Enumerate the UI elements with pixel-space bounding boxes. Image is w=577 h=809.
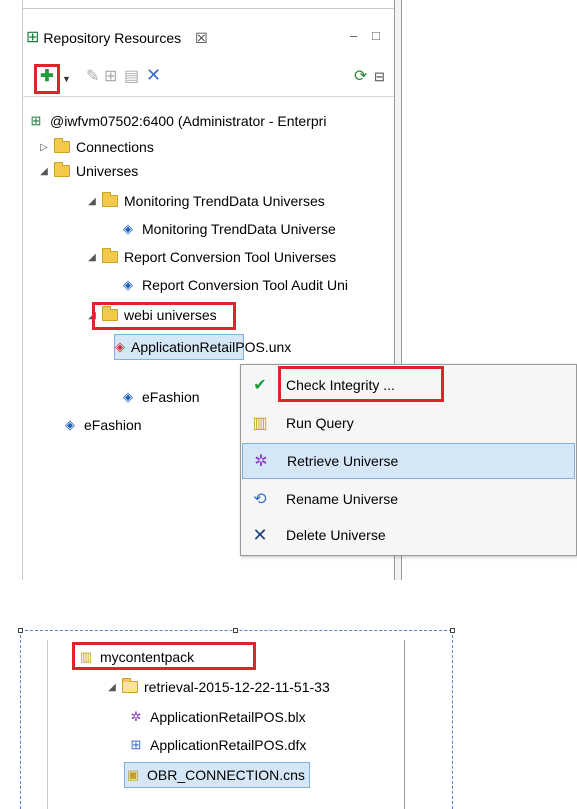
tree-item-efashion-root[interactable]: ◈ eFashion [62, 414, 142, 436]
collapse-icon[interactable]: ⊟ [374, 68, 385, 86]
efashion-root-label: eFashion [84, 417, 142, 433]
tree-item-report-folder[interactable]: ◢ Report Conversion Tool Universes [86, 246, 336, 268]
connection-icon: ▣ [126, 767, 140, 782]
security-icon[interactable]: ▤ [124, 68, 139, 86]
report-folder-label: Report Conversion Tool Universes [124, 249, 337, 265]
tree-item-app-universe[interactable]: ◈ ApplicationRetailPOS.unx [114, 334, 291, 360]
report-universe-label: Report Conversion Tool Audit Uni [142, 277, 348, 293]
folder-icon [102, 248, 118, 263]
menu-label: Rename Universe [286, 491, 399, 507]
folder-icon [102, 192, 118, 207]
selection-frame-left [20, 630, 21, 809]
folder-icon [54, 138, 70, 153]
universe-icon: ◈ [65, 417, 75, 432]
expand-arrow-icon[interactable]: ▷ [38, 142, 50, 153]
dropdown-arrow-icon[interactable]: ▼ [62, 70, 71, 88]
retrieve-universe-icon: ✲ [254, 453, 268, 470]
retrieval-folder-label: retrieval-2015-12-22-11-51-33 [144, 679, 330, 695]
repository-icon: ⊞ [26, 29, 40, 46]
universe-icon: ◈ [123, 221, 133, 236]
project-highlight-box [72, 642, 256, 670]
close-icon[interactable]: ☒ [195, 30, 208, 47]
folder-icon [54, 162, 70, 177]
universe-icon: ◈ [115, 339, 125, 354]
monitoring-universe-label: Monitoring TrendData Universe [142, 221, 336, 237]
tree-item-connections[interactable]: ▷ Connections [38, 136, 154, 158]
collapse-arrow-icon[interactable]: ◢ [38, 166, 50, 177]
tree-root[interactable]: ⊞ @iwfvm07502:6400 (Administrator - Ente… [28, 110, 327, 132]
connections-label: Connections [76, 139, 154, 155]
tree-item-monitoring-folder[interactable]: ◢ Monitoring TrendData Universes [86, 190, 325, 212]
rename-icon: ⟲ [253, 491, 267, 508]
menu-item-delete-universe[interactable]: ✕ Delete Universe [242, 517, 575, 553]
monitoring-folder-label: Monitoring TrendData Universes [124, 193, 325, 209]
file-label: ApplicationRetailPOS.dfx [150, 737, 307, 753]
menu-item-rename-universe[interactable]: ⟲ Rename Universe [242, 481, 575, 517]
business-layer-icon: ✲ [130, 709, 142, 724]
tree-item-report-universe[interactable]: ◈ Report Conversion Tool Audit Uni [120, 274, 348, 296]
menu-label: Delete Universe [286, 527, 386, 543]
maximize-icon[interactable]: □ [372, 28, 380, 43]
tree-item-efashion-child[interactable]: ◈ eFashion [120, 386, 200, 408]
tree-item-dfx[interactable]: ⊞ ApplicationRetailPOS.dfx [128, 734, 307, 756]
menu-label: Run Query [286, 415, 354, 431]
universe-icon: ◈ [123, 277, 133, 292]
x-icon[interactable]: ✕ [146, 66, 161, 84]
resize-handle[interactable] [233, 628, 238, 633]
collapse-arrow-icon[interactable]: ◢ [86, 196, 98, 207]
check-integrity-icon: ✔ [253, 377, 267, 394]
delete-icon: ✕ [252, 524, 268, 545]
tree-item-retrieval-folder[interactable]: ◢ retrieval-2015-12-22-11-51-33 [106, 676, 330, 698]
collapse-arrow-icon[interactable]: ◢ [106, 682, 118, 693]
panel-top-border [22, 8, 394, 9]
efashion-child-label: eFashion [142, 389, 200, 405]
selection-frame-right [452, 630, 453, 809]
tree-item-monitoring-universe[interactable]: ◈ Monitoring TrendData Universe [120, 218, 336, 240]
universes-label: Universes [76, 163, 139, 179]
resize-handle[interactable] [18, 628, 23, 633]
insert-highlight-box [34, 64, 60, 94]
app-universe-label: ApplicationRetailPOS.unx [131, 339, 292, 355]
resize-handle[interactable] [450, 628, 455, 633]
panel-left-border [22, 0, 23, 580]
tab-repository-resources[interactable]: ⊞ Repository Resources ☒ [26, 24, 208, 52]
tree-item-universes[interactable]: ◢ Universes [38, 160, 138, 182]
refresh-icon[interactable]: ⟳ [354, 68, 367, 86]
run-query-icon: ▥ [252, 415, 268, 432]
collapse-arrow-icon[interactable]: ◢ [86, 252, 98, 263]
file-label: ApplicationRetailPOS.blx [150, 709, 306, 725]
tree-item-blx[interactable]: ✲ ApplicationRetailPOS.blx [128, 706, 306, 728]
open-folder-icon [122, 678, 138, 693]
tree-root-label: @iwfvm07502:6400 (Administrator - Enterp… [50, 113, 327, 129]
file-label: OBR_CONNECTION.cns [147, 767, 305, 783]
tree-item-cns[interactable]: ▣ OBR_CONNECTION.cns [124, 762, 310, 788]
menu-label: Retrieve Universe [287, 453, 399, 469]
check-integrity-highlight-box [278, 366, 444, 402]
toolbar-separator [22, 96, 394, 97]
properties-icon[interactable]: ⊞ [104, 68, 117, 86]
webi-highlight-box [92, 302, 236, 330]
minimize-icon[interactable]: – [350, 28, 357, 43]
server-icon: ⊞ [30, 113, 42, 128]
data-foundation-icon: ⊞ [130, 737, 142, 752]
menu-item-retrieve-universe[interactable]: ✲ Retrieve Universe [242, 443, 575, 479]
menu-item-run-query[interactable]: ▥ Run Query [242, 405, 575, 441]
pencil-icon[interactable]: ✎ [86, 68, 99, 86]
universe-icon: ◈ [123, 389, 133, 404]
tab-title: Repository Resources [43, 30, 182, 46]
